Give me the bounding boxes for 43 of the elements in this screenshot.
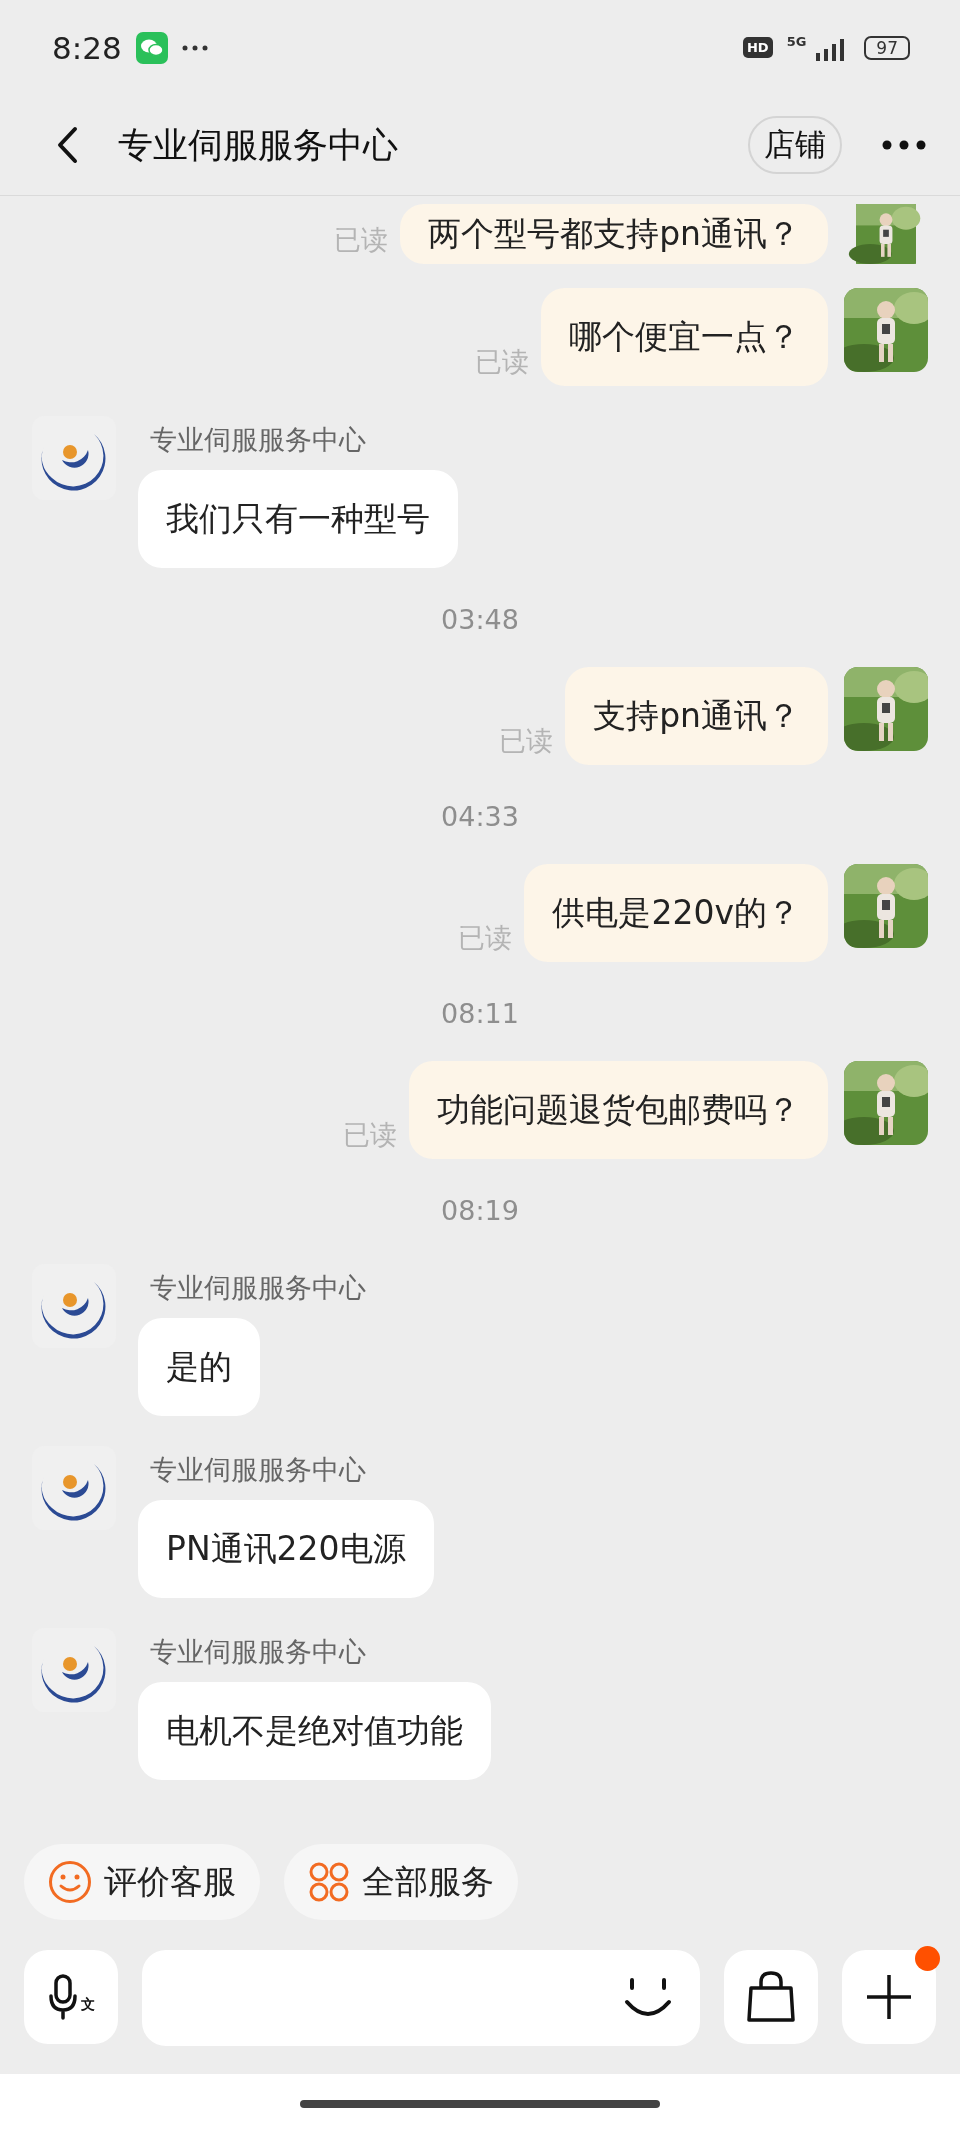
- read-receipt: 已读: [499, 724, 554, 758]
- timestamp: 08:11: [441, 998, 519, 1029]
- message-bubble: PN通讯220电源: [138, 1500, 434, 1598]
- quick-action-chip[interactable]: 全部服务: [284, 1844, 518, 1920]
- quick-action-chip[interactable]: 评价客服: [24, 1844, 260, 1920]
- more-icon: [181, 44, 208, 51]
- read-receipt: 已读: [334, 223, 389, 257]
- sender-name: 专业伺服服务中心: [150, 1635, 366, 1669]
- chat-title: 专业伺服服务中心: [118, 123, 399, 167]
- sender-name: 专业伺服服务中心: [150, 1453, 366, 1487]
- shop-button[interactable]: 店铺: [748, 116, 842, 174]
- grid-icon: [308, 1861, 350, 1903]
- timestamp: 03:48: [441, 604, 519, 635]
- read-receipt: 已读: [475, 345, 529, 379]
- message-bubble: 支持pn通讯？: [565, 667, 828, 765]
- back-icon[interactable]: [56, 126, 78, 164]
- sender-name: 专业伺服服务中心: [150, 1271, 366, 1305]
- message-bubble: 我们只有一种型号: [138, 470, 458, 568]
- network-label: 5G: [786, 34, 807, 49]
- battery-level: 97: [864, 35, 910, 60]
- plus-icon: [865, 1973, 913, 2021]
- more-icon[interactable]: [882, 140, 926, 150]
- message-bubble: 哪个便宜一点？: [541, 288, 828, 386]
- read-receipt: 已读: [343, 1118, 397, 1152]
- message-input[interactable]: [142, 1950, 700, 2046]
- read-receipt: 已读: [458, 921, 513, 955]
- chat-app-icon: [135, 31, 168, 64]
- timestamp: 04:33: [441, 801, 519, 832]
- status-time: 8:28: [52, 29, 122, 66]
- message-bubble: 供电是220v的？: [524, 864, 828, 962]
- message-bubble: 两个型号都支持pn通讯？: [400, 204, 828, 264]
- microphone-icon: [47, 1972, 78, 2022]
- voice-mark: 文: [80, 1996, 95, 2014]
- hd-badge: HD: [742, 37, 773, 58]
- voice-button[interactable]: 文: [24, 1950, 118, 2044]
- shop-bag-button[interactable]: [724, 1950, 818, 2044]
- message-bubble: 是的: [138, 1318, 260, 1416]
- sender-name: 专业伺服服务中心: [150, 423, 366, 457]
- smile-icon: [48, 1860, 92, 1904]
- shopping-bag-icon: [746, 1970, 796, 2024]
- message-bubble: 功能问题退货包邮费吗？: [409, 1061, 828, 1159]
- timestamp: 08:19: [441, 1195, 519, 1226]
- message-bubble: 电机不是绝对值功能: [138, 1682, 491, 1780]
